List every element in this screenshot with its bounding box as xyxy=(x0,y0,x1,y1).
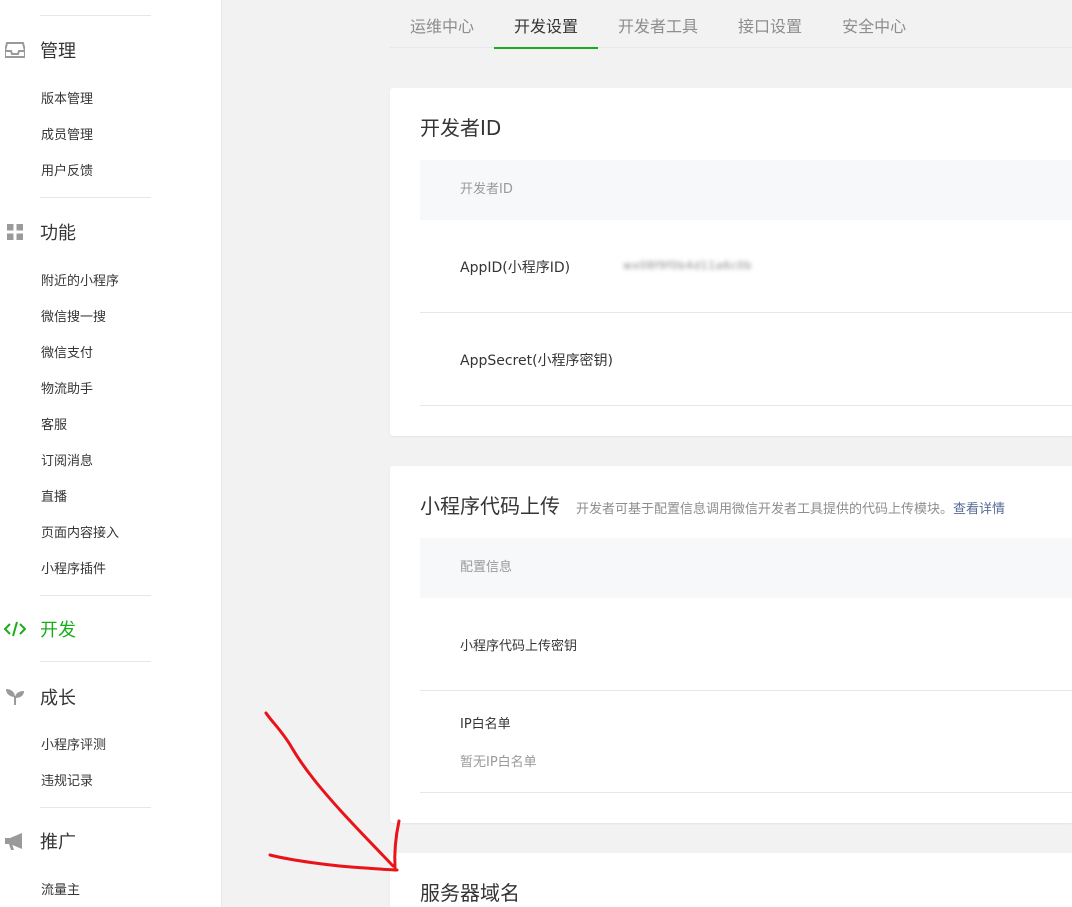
upload-key-row: 小程序代码上传密钥 xyxy=(420,598,1072,691)
card-title: 小程序代码上传 xyxy=(420,494,560,518)
grid-icon xyxy=(0,223,40,241)
sidebar-group-label: 成长 xyxy=(40,688,76,709)
divider xyxy=(40,807,151,808)
megaphone-icon xyxy=(0,832,40,850)
card-title: 开发者ID xyxy=(420,116,502,140)
tab-dev-settings[interactable]: 开发设置 xyxy=(494,0,599,49)
divider xyxy=(40,15,151,16)
sidebar-item-feedback[interactable]: 用户反馈 xyxy=(41,162,93,182)
developer-id-card: 开发者ID 开发者ID AppID(小程序ID) wx08f9f0b4d11a6… xyxy=(390,88,1072,436)
sidebar-group-features[interactable]: 功能 xyxy=(0,214,222,250)
server-domain-card: 服务器域名 xyxy=(390,853,1072,907)
card-title: 服务器域名 xyxy=(420,881,520,905)
sidebar-item-members[interactable]: 成员管理 xyxy=(41,126,93,146)
sidebar-item-page-content[interactable]: 页面内容接入 xyxy=(41,524,119,544)
code-upload-card: 小程序代码上传 开发者可基于配置信息调用微信开发者工具提供的代码上传模块。查看详… xyxy=(390,466,1072,823)
table-header: 开发者ID xyxy=(420,160,1072,220)
sidebar-group-growth[interactable]: 成长 xyxy=(0,679,222,715)
inbox-icon xyxy=(0,42,40,58)
appsecret-row: AppSecret(小程序密钥) xyxy=(420,313,1072,406)
tab-dev-tools[interactable]: 开发者工具 xyxy=(598,0,718,48)
appid-value: wx08f9f0b4d11a6c0b xyxy=(623,259,752,272)
sidebar-item-service[interactable]: 客服 xyxy=(41,416,67,436)
sidebar-item-version[interactable]: 版本管理 xyxy=(41,90,93,110)
divider xyxy=(40,661,151,662)
details-link[interactable]: 查看详情 xyxy=(953,502,1005,517)
sidebar-item-violations[interactable]: 违规记录 xyxy=(41,772,93,792)
sprout-icon xyxy=(0,688,40,706)
code-icon xyxy=(0,621,40,637)
sidebar-item-pay[interactable]: 微信支付 xyxy=(41,344,93,364)
upload-key-label: 小程序代码上传密钥 xyxy=(460,639,578,654)
card-title-wrap: 小程序代码上传 开发者可基于配置信息调用微信开发者工具提供的代码上传模块。查看详… xyxy=(420,490,1005,519)
settings-tabs: 运维中心 开发设置 开发者工具 接口设置 安全中心 xyxy=(390,0,1072,49)
divider xyxy=(40,595,151,596)
tab-ops-center[interactable]: 运维中心 xyxy=(390,0,494,48)
sidebar-group-develop[interactable]: 开发 xyxy=(0,611,222,647)
sidebar-group-manage[interactable]: 管理 xyxy=(0,32,222,68)
ip-whitelist-empty: 暂无IP白名单 xyxy=(460,755,537,770)
sidebar-item-plugin[interactable]: 小程序插件 xyxy=(41,560,106,580)
card-description-text: 开发者可基于配置信息调用微信开发者工具提供的代码上传模块。 xyxy=(576,502,954,517)
divider xyxy=(40,197,151,198)
sidebar-item-logistics[interactable]: 物流助手 xyxy=(41,380,93,400)
appsecret-label: AppSecret(小程序密钥) xyxy=(460,353,614,369)
sidebar-group-label: 功能 xyxy=(40,223,76,244)
sidebar-item-evaluation[interactable]: 小程序评测 xyxy=(41,736,106,756)
sidebar: 管理 版本管理 成员管理 用户反馈 功能 附近的小程序 微信搜一搜 微信支付 物… xyxy=(0,0,222,907)
sidebar-item-nearby[interactable]: 附近的小程序 xyxy=(41,272,119,292)
sidebar-group-promotion[interactable]: 推广 xyxy=(0,823,222,859)
sidebar-group-label: 推广 xyxy=(40,832,76,853)
card-description: 开发者可基于配置信息调用微信开发者工具提供的代码上传模块。查看详情 xyxy=(576,498,1005,517)
appid-label: AppID(小程序ID) xyxy=(460,260,571,276)
ip-whitelist-row: IP白名单 暂无IP白名单 xyxy=(420,691,1072,793)
sidebar-group-label: 管理 xyxy=(40,41,76,62)
sidebar-item-search[interactable]: 微信搜一搜 xyxy=(41,308,106,328)
ip-whitelist-label: IP白名单 xyxy=(460,717,511,732)
tab-api-settings[interactable]: 接口设置 xyxy=(718,0,822,48)
sidebar-item-subscribe[interactable]: 订阅消息 xyxy=(41,452,93,472)
tab-security-center[interactable]: 安全中心 xyxy=(822,0,926,48)
table-header: 配置信息 xyxy=(420,538,1072,598)
appid-row: AppID(小程序ID) wx08f9f0b4d11a6c0b xyxy=(420,220,1072,313)
sidebar-item-live[interactable]: 直播 xyxy=(41,488,67,508)
sidebar-group-label: 开发 xyxy=(40,620,76,641)
sidebar-item-traffic-host[interactable]: 流量主 xyxy=(41,881,80,901)
